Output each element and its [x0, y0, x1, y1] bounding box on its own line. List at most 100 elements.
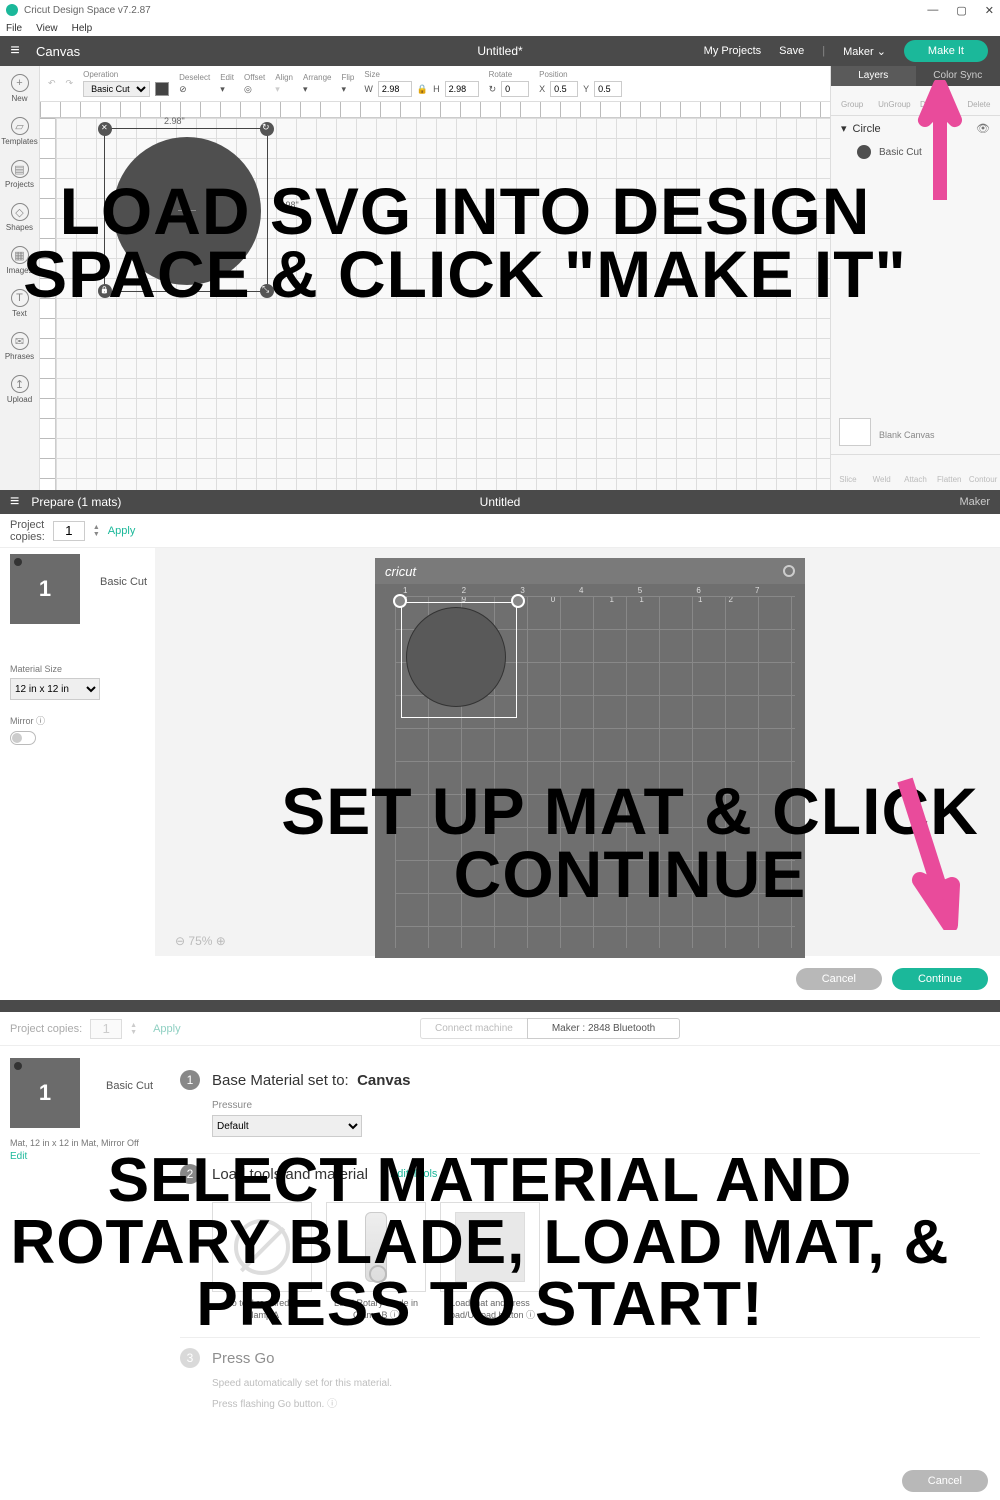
machine-selector[interactable]: Maker ⌄ [843, 45, 886, 58]
deselect-icon[interactable]: ⊘ [179, 84, 210, 95]
mat-color-dot-icon [14, 558, 22, 566]
prepare-machine: Maker [959, 496, 990, 508]
operation-select[interactable]: Basic Cut [83, 81, 150, 97]
my-projects-link[interactable]: My Projects [704, 45, 761, 57]
step-3-sub-a: Speed automatically set for this materia… [212, 1378, 980, 1389]
copies-label: Project copies: [10, 1023, 82, 1035]
device-selector[interactable]: Maker : 2848 Bluetooth [527, 1018, 680, 1039]
pressure-select[interactable]: Default [212, 1115, 362, 1137]
mat-selection[interactable] [401, 602, 517, 718]
delete-handle-icon[interactable] [98, 122, 112, 136]
copies-label: Project copies: [10, 519, 45, 543]
arrange-icon[interactable]: ▾ [303, 84, 331, 95]
mat-circle-shape[interactable] [406, 607, 506, 707]
copies-row: Project copies: ▲▼ Apply [0, 514, 1000, 548]
prepare-project-title: Untitled [480, 495, 521, 509]
undo-icon[interactable]: ↶ [48, 78, 56, 89]
continue-button[interactable]: Continue [892, 968, 988, 990]
mat-menu-handle-icon[interactable] [393, 594, 407, 608]
menu-view[interactable]: View [36, 23, 58, 34]
redo-icon[interactable]: ↷ [66, 78, 74, 89]
cancel-button[interactable]: Cancel [796, 968, 882, 990]
nav-upload[interactable]: ↥Upload [0, 371, 40, 408]
ungroup-button[interactable]: UnGroup [873, 86, 915, 115]
menu-file[interactable]: File [6, 23, 22, 34]
mirror-toggle[interactable] [10, 731, 36, 745]
maximize-icon[interactable]: ▢ [956, 4, 966, 17]
stepper-down-icon[interactable]: ▼ [93, 531, 100, 538]
pink-arrow-icon [890, 770, 960, 930]
project-title: Untitled* [477, 44, 522, 58]
rotate-handle-icon[interactable] [260, 122, 274, 136]
apply-button[interactable]: Apply [108, 525, 136, 537]
make-it-button[interactable]: Make It [904, 40, 988, 62]
mat-color-dot-icon [14, 1062, 22, 1070]
machine-connection: Connect machine Maker : 2848 Bluetooth [420, 1018, 680, 1039]
step-3-badge: 3 [180, 1348, 200, 1368]
width-input[interactable] [378, 81, 412, 97]
cancel-button[interactable]: Cancel [902, 1470, 988, 1492]
minimize-icon[interactable]: — [927, 4, 938, 17]
material-size-label: Material Size [10, 664, 145, 674]
stepper-up-icon[interactable]: ▲ [93, 524, 100, 531]
pink-arrow-icon [915, 80, 965, 200]
step-3-title: Press Go [212, 1350, 275, 1367]
tab-layers[interactable]: Layers [831, 66, 916, 86]
dark-strip [0, 1000, 1000, 1012]
ruler-horizontal [40, 102, 830, 118]
mat-thumbnail[interactable]: 1 [10, 554, 80, 624]
hamburger-icon[interactable]: ≡ [10, 493, 19, 511]
save-button[interactable]: Save [779, 45, 804, 57]
collapse-icon[interactable]: ▾ [841, 122, 847, 135]
attach-button[interactable]: Attach [899, 455, 933, 490]
y-input[interactable] [594, 81, 622, 97]
visibility-icon[interactable]: 👁 [976, 122, 990, 135]
mat-thumbnail[interactable]: 1 [10, 1058, 80, 1128]
templates-icon: ▱ [11, 117, 29, 135]
app-title: Cricut Design Space v7.2.87 [24, 5, 151, 16]
nav-new[interactable]: +New [0, 70, 40, 107]
instruction-overlay-2: SET UP MAT & CLICK CONTINUE [260, 780, 1000, 905]
edit-icon[interactable]: ▾ [220, 84, 234, 95]
mat-rotate-handle-icon[interactable] [511, 594, 525, 608]
zoom-controls[interactable]: ⊖ 75% ⊕ [175, 934, 226, 948]
top-bar: ≡ Canvas Untitled* My Projects Save | Ma… [0, 36, 1000, 66]
align-icon[interactable]: ▾ [275, 84, 293, 95]
menu-help[interactable]: Help [72, 23, 93, 34]
prepare-title: Prepare (1 mats) [31, 495, 121, 509]
phrases-icon: ✉ [11, 332, 29, 350]
copies-input[interactable] [53, 521, 85, 541]
slice-button[interactable]: Slice [831, 455, 865, 490]
contour-button[interactable]: Contour [966, 455, 1000, 490]
app-logo-icon [6, 4, 18, 16]
flatten-button[interactable]: Flatten [932, 455, 966, 490]
width-dim: 2.98" [164, 116, 185, 126]
pressure-label: Pressure [212, 1100, 980, 1111]
instruction-overlay-3: SELECT MATERIAL AND ROTARY BLADE, LOAD M… [0, 1150, 960, 1336]
prepare-top-bar: ≡ Prepare (1 mats) Untitled Maker [0, 490, 1000, 514]
step-3-sub-b: Press flashing Go button. ⓘ [212, 1395, 980, 1410]
color-swatch[interactable] [155, 82, 169, 96]
mirror-label: Mirror ⓘ [10, 714, 145, 727]
material-size-select[interactable]: 12 in x 12 in [10, 678, 100, 700]
weld-button[interactable]: Weld [865, 455, 899, 490]
mat-number: 1 [39, 1080, 51, 1106]
nav-phrases[interactable]: ✉Phrases [0, 328, 40, 365]
lock-aspect-icon[interactable]: 🔒 [417, 84, 428, 95]
step-1-title: Base Material set to: Canvas [212, 1072, 410, 1089]
mat-number: 1 [39, 576, 51, 602]
blank-canvas-thumb[interactable] [839, 418, 871, 446]
x-input[interactable] [550, 81, 578, 97]
title-bar: Cricut Design Space v7.2.87 — ▢ ✕ [0, 0, 1000, 20]
instruction-overlay-1: LOAD SVG INTO DESIGN SPACE & CLICK "MAKE… [0, 180, 930, 305]
info-icon: ⓘ [36, 716, 45, 726]
offset-icon[interactable]: ◎ [244, 84, 265, 95]
close-icon[interactable]: ✕ [985, 4, 994, 17]
circle-thumb-icon [857, 145, 871, 159]
nav-templates[interactable]: ▱Templates [0, 113, 40, 150]
height-input[interactable] [445, 81, 479, 97]
flip-icon[interactable]: ▾ [341, 84, 354, 95]
hamburger-icon[interactable]: ≡ [0, 42, 30, 60]
rotate-input[interactable] [501, 81, 529, 97]
group-button[interactable]: Group [831, 86, 873, 115]
